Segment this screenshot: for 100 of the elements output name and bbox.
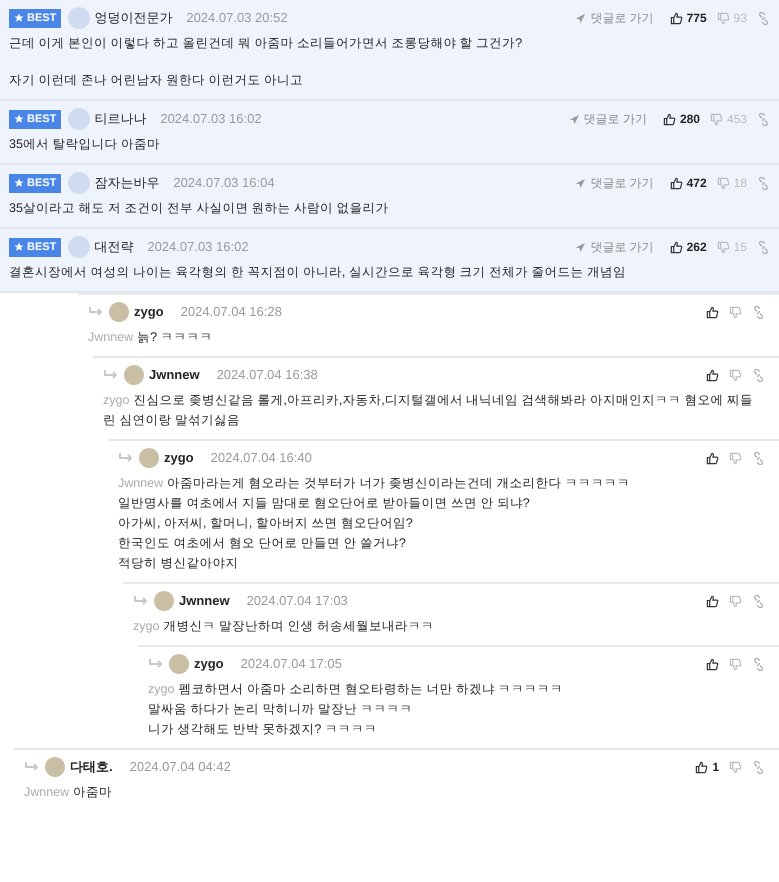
avatar	[45, 757, 65, 777]
like-button[interactable]	[706, 452, 719, 464]
dislike-button[interactable]	[729, 452, 742, 464]
thumbs-down-icon	[729, 760, 742, 774]
comment-date: 2024.07.04 04:42	[130, 758, 231, 776]
comment-text: Jwnnew 늙? ㅋㅋㅋㅋ	[88, 329, 214, 346]
avatar	[68, 108, 90, 130]
best-badge: BEST	[9, 174, 62, 192]
author-name[interactable]: 대전략	[94, 237, 134, 257]
like-button[interactable]: 262	[670, 238, 707, 256]
dislike-button[interactable]	[729, 368, 742, 382]
dislike-button[interactable]	[729, 760, 742, 774]
link-icon[interactable]	[752, 306, 765, 318]
link-icon[interactable]	[752, 658, 765, 670]
link-icon[interactable]	[752, 452, 765, 464]
dislike-button[interactable]	[729, 594, 742, 608]
comment-text: zygo 개병신ㅋ 말장난하며 인생 허송세월보내라ㅋㅋ	[133, 618, 435, 635]
thumbs-down-icon	[729, 658, 742, 670]
comment-date: 2024.07.03 20:52	[186, 9, 288, 28]
send-icon	[575, 178, 586, 188]
link-icon[interactable]	[757, 240, 770, 254]
author-name[interactable]: zygo	[164, 448, 194, 468]
thumbs-up-icon	[670, 240, 683, 254]
comment-date: 2024.07.04 16:38	[216, 366, 318, 384]
reply-arrow-icon	[133, 595, 149, 607]
link-icon[interactable]	[752, 760, 765, 774]
comment-text: Jwnnew 아줌마	[24, 784, 114, 801]
avatar	[109, 302, 129, 322]
comment-date: 2024.07.03 16:04	[173, 174, 275, 192]
dislike-button[interactable]	[729, 658, 742, 670]
author-name[interactable]: Jwnnew	[179, 591, 230, 611]
like-button[interactable]: 1	[695, 758, 719, 776]
send-icon	[568, 114, 580, 124]
thumbs-up-icon	[670, 176, 683, 190]
avatar	[124, 365, 144, 385]
avatar	[154, 591, 174, 611]
comment-text: 결혼시장에서 여성의 나이는 육각형의 한 꼭지점이 아니라, 실시간으로 육각형 크기 전체가 줄어드는 개념임	[9, 264, 628, 281]
like-button[interactable]: 775	[670, 9, 707, 27]
avatar	[68, 7, 90, 29]
thumbs-down-icon	[729, 368, 742, 382]
avatar	[68, 172, 90, 194]
thumbs-down-icon	[716, 176, 730, 190]
avatar	[139, 448, 159, 468]
avatar	[68, 236, 90, 258]
avatar	[169, 654, 189, 674]
thumbs-down-icon	[710, 112, 723, 126]
send-icon	[575, 242, 586, 252]
link-icon[interactable]	[752, 594, 765, 608]
comment-text: 35에서 탈락입니다 아줌마	[9, 136, 161, 153]
author-name[interactable]: zygo	[194, 654, 224, 674]
thumbs-up-icon	[706, 368, 719, 382]
author-name[interactable]: 잠자는바우	[94, 173, 160, 193]
thumbs-up-icon	[706, 452, 719, 464]
like-button[interactable]	[706, 658, 719, 670]
reply-arrow-icon	[148, 658, 164, 670]
comment-date: 2024.07.04 16:28	[180, 303, 282, 322]
reply-arrow-icon	[24, 761, 40, 773]
link-icon[interactable]	[757, 176, 770, 190]
comment-text: 근데 이게 본인이 이렇다 하고 올린건데 뭐 아줌마 소리들어가면서 조롱당해야 할 그건가?	[9, 35, 524, 52]
thumbs-up-icon	[662, 112, 676, 126]
comment-date: 2024.07.03 16:02	[160, 110, 262, 128]
link-icon[interactable]	[757, 112, 770, 126]
comment-text: zygo 진심으로 좆병신같음 롤게,아프리카,자동차,디지털갤에서 내닉네임 검색해봐라 아지매인지ㅋㅋ 혐오에 찌들린 심연이랑 말섞기싫음	[103, 392, 754, 429]
best-badge: BEST	[9, 238, 62, 256]
best-badge: BEST	[9, 8, 62, 28]
thumbs-up-icon	[695, 760, 708, 774]
reply-arrow-icon	[118, 452, 134, 464]
like-button[interactable]	[706, 594, 719, 608]
best-badge: BEST	[9, 110, 62, 128]
like-button[interactable]	[706, 368, 719, 382]
author-name[interactable]: 엉덩이전문가	[94, 8, 172, 28]
link-icon[interactable]	[752, 368, 765, 382]
author-name[interactable]: Jwnnew	[149, 365, 200, 385]
dislike-button[interactable]	[729, 306, 742, 318]
like-button[interactable]	[706, 306, 719, 318]
thumbs-down-icon	[729, 594, 742, 608]
like-button[interactable]: 472	[670, 174, 707, 192]
thumbs-down-icon	[716, 12, 730, 24]
comment-text: 35살이라고 해도 저 조건이 전부 사실이면 원하는 사람이 없을리가	[9, 200, 390, 217]
link-icon[interactable]	[757, 12, 770, 24]
comment-text: 자기 이런데 존나 어린남자 원한다 이런거도 아니고	[9, 72, 304, 89]
comment-date: 2024.07.04 16:40	[210, 449, 312, 468]
like-button[interactable]: 280	[662, 110, 700, 128]
thumbs-down-icon	[729, 452, 742, 464]
comment-date: 2024.07.04 17:03	[246, 592, 348, 610]
send-icon	[575, 12, 586, 24]
reply-arrow-icon	[103, 369, 119, 381]
thumbs-up-icon	[706, 594, 719, 608]
author-name[interactable]: zygo	[134, 302, 164, 322]
comment-date: 2024.07.04 17:05	[240, 655, 342, 674]
thumbs-down-icon	[729, 306, 742, 318]
thumbs-up-icon	[706, 306, 719, 318]
thumbs-down-icon	[716, 240, 730, 254]
comment-text: zygo 펨코하면서 아줌마 소리하면 혐오타령하는 너만 하겠냐 ㅋㅋㅋㅋㅋ 말싸움 하다가 논리 막히니까 말장난 ㅋㅋㅋㅋ 니가 생각해도 반박 못하겠지? ㅋㅋㅋㅋ	[148, 681, 564, 738]
thumbs-up-icon	[670, 12, 683, 24]
comment-text: Jwnnew 아줌마라는게 혐오라는 것부터가 너가 좆병신이라는건데 개소리한다 ㅋㅋㅋㅋㅋ 일반명사를 여초에서 지들 맘대로 혐오단어로 받아들이면 쓰면 안 되냐? 아가씨, 아저씨, 할머니, 할아버지 쓰면 혐오단어임? 한국인도 여초에서 혐오 단어로 만들면 안 쓸거냐? 적당히 병신같아야지	[118, 475, 632, 572]
author-name[interactable]: 다태호.	[70, 757, 113, 777]
reply-arrow-icon	[88, 306, 104, 318]
thumbs-up-icon	[706, 658, 719, 670]
author-name[interactable]: 티르나나	[94, 109, 146, 129]
